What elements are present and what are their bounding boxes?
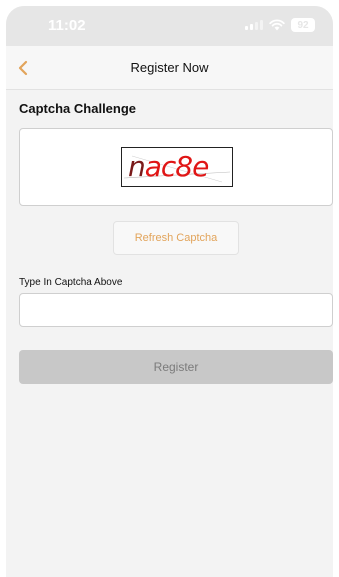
captcha-input-label: Type In Captcha Above xyxy=(19,277,123,288)
captcha-code-prefix: n xyxy=(128,150,146,183)
captcha-section-title: Captcha Challenge xyxy=(19,101,137,116)
status-icons: 92 xyxy=(245,18,315,32)
captcha-code-rest: ac8e xyxy=(144,150,210,183)
captcha-image: nac8e xyxy=(121,147,233,187)
page-title: Register Now xyxy=(130,60,209,75)
refresh-captcha-button[interactable]: Refresh Captcha xyxy=(113,221,239,255)
register-button[interactable]: Register xyxy=(19,350,333,384)
battery-level: 92 xyxy=(297,19,309,31)
signal-icon xyxy=(245,20,263,30)
wifi-icon xyxy=(269,19,285,31)
battery-icon: 92 xyxy=(291,18,315,32)
captcha-input[interactable] xyxy=(19,293,333,327)
captcha-code: nac8e xyxy=(128,150,210,183)
phone-screen: 11:02 92 Register Now Captcha Challenge … xyxy=(6,6,333,577)
nav-bar: Register Now xyxy=(6,46,333,90)
captcha-container: nac8e xyxy=(19,128,333,206)
status-time: 11:02 xyxy=(48,17,86,34)
status-bar: 11:02 92 xyxy=(6,6,333,46)
